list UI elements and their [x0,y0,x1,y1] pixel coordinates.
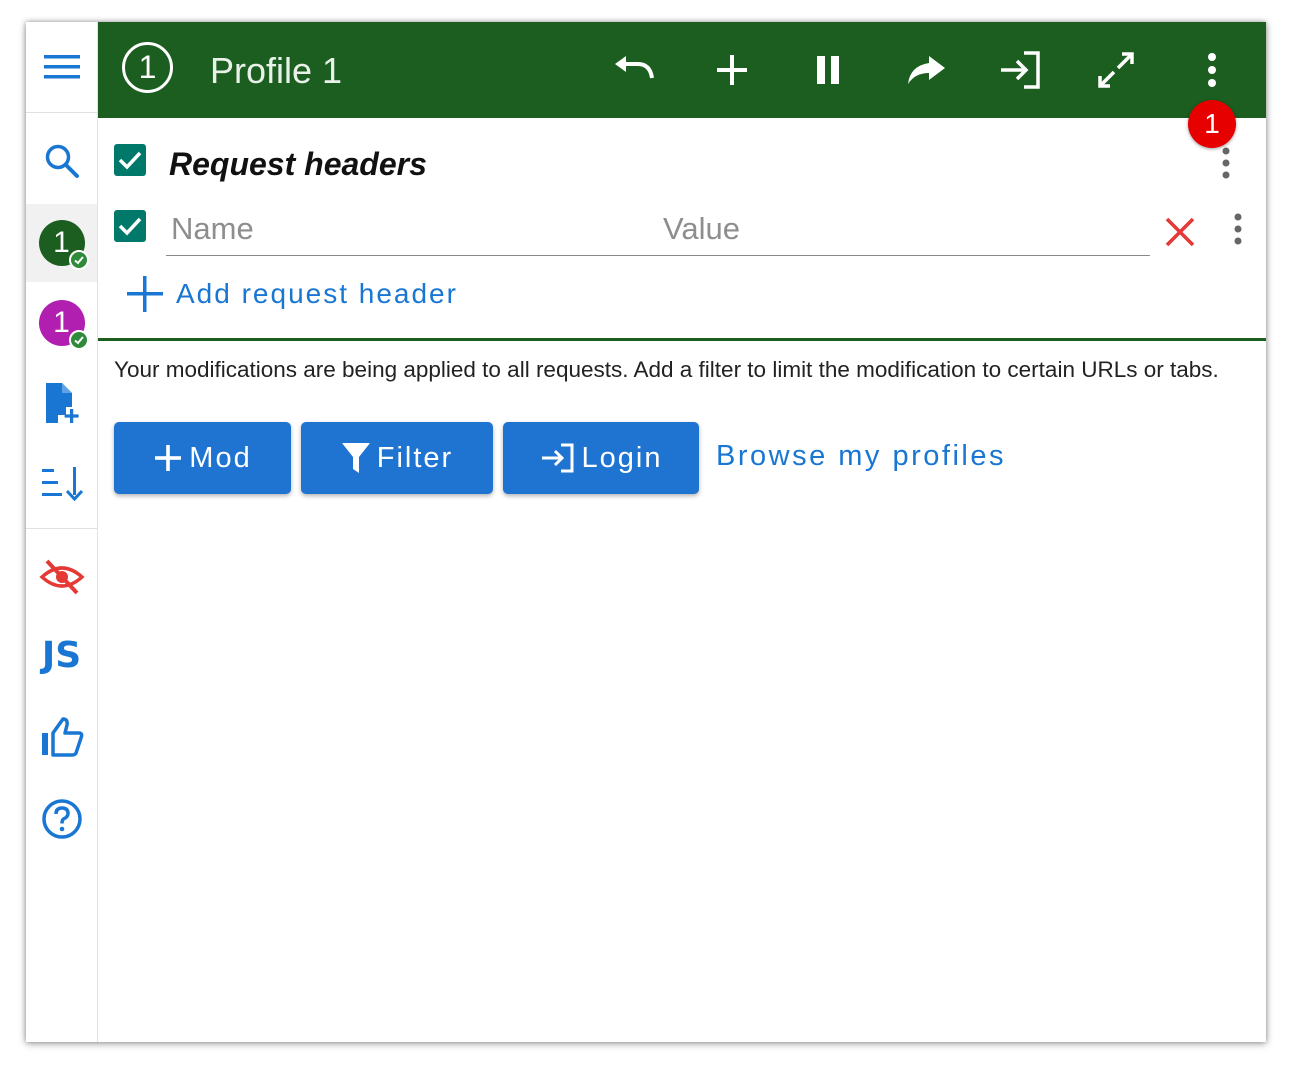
redo-icon [908,56,945,84]
add-button[interactable] [708,46,756,94]
app-window: 1 1 JS 1 Profile 1 1 Request headers Nam… [26,22,1266,1042]
profile-number-circle[interactable]: 1 [122,42,173,93]
profile-number: 1 [138,49,157,85]
check-icon [118,151,142,170]
profile-avatar: 1 [38,220,89,270]
undo-icon [615,56,654,79]
javascript-button[interactable]: JS [26,620,97,690]
sort-button[interactable] [26,448,97,518]
search-icon [45,144,79,178]
profile-header: 1 Profile 1 [98,22,1266,118]
login-icon [1001,51,1040,89]
menu-button[interactable] [26,32,97,102]
info-message: Your modifications are being applied to … [114,357,1219,382]
sidebar-profile-1[interactable]: 1 [26,204,97,282]
delete-header-button[interactable] [1158,210,1202,254]
add-mod-button[interactable]: Mod [114,422,291,494]
expand-button[interactable] [1092,46,1140,94]
header-row-menu-button[interactable] [1226,207,1250,251]
add-profile-button[interactable] [26,368,97,438]
profile-avatar: 1 [38,300,89,350]
undo-button[interactable] [610,46,658,94]
expand-icon [1098,52,1134,88]
add-mod-label: Mod [189,441,252,474]
help-icon [41,799,82,839]
plus-icon [155,445,182,471]
login-label: Login [581,441,663,474]
input-underline [166,255,1150,256]
more-menu-button[interactable] [1188,46,1236,94]
section-menu-button[interactable] [1214,141,1238,185]
profile-title[interactable]: Profile 1 [210,50,342,92]
share-button[interactable] [902,46,950,94]
menu-icon [43,55,80,79]
header-name-input[interactable] [169,206,643,252]
plus-icon [717,55,747,85]
active-check-icon [68,250,89,270]
pause-icon [817,56,839,84]
add-filter-label: Filter [376,441,454,474]
js-label: JS [41,634,82,676]
add-request-header-button[interactable]: Add request header [124,272,458,316]
more-vert-icon [1208,53,1216,87]
search-button[interactable] [26,126,97,196]
login-icon [541,443,574,473]
browse-profiles-link[interactable]: Browse my profiles [716,440,1006,473]
section-enabled-checkbox[interactable] [114,144,146,176]
more-vert-icon [1222,147,1230,179]
sort-icon [41,467,83,502]
add-request-header-label: Add request header [176,278,458,309]
feedback-button[interactable] [26,702,97,772]
sidebar-divider [26,528,97,529]
check-icon [118,217,142,236]
plus-icon [127,276,163,312]
add-file-icon [45,383,79,423]
hide-button[interactable] [26,542,97,612]
sidebar-profile-2[interactable]: 1 [26,284,97,362]
header-value-input[interactable] [661,206,1145,252]
section-title: Request headers [169,146,427,182]
eye-off-icon [38,559,85,595]
add-filter-button[interactable]: Filter [301,422,493,494]
section-divider [98,338,1266,341]
close-icon [1165,217,1195,247]
filter-icon [341,443,370,473]
profile-avatar-label: 1 [53,306,70,339]
pause-button[interactable] [804,46,852,94]
notification-badge[interactable]: 1 [1188,100,1236,148]
login-button[interactable]: Login [503,422,699,494]
sidebar-divider [26,112,97,113]
active-check-icon [68,330,89,350]
profile-avatar-label: 1 [53,226,70,259]
more-vert-icon [1234,213,1242,245]
help-button[interactable] [26,784,97,854]
thumbs-up-icon [41,717,83,757]
login-header-button[interactable] [996,46,1044,94]
sidebar: 1 1 JS [26,22,98,1042]
header-row-checkbox[interactable] [114,210,146,242]
